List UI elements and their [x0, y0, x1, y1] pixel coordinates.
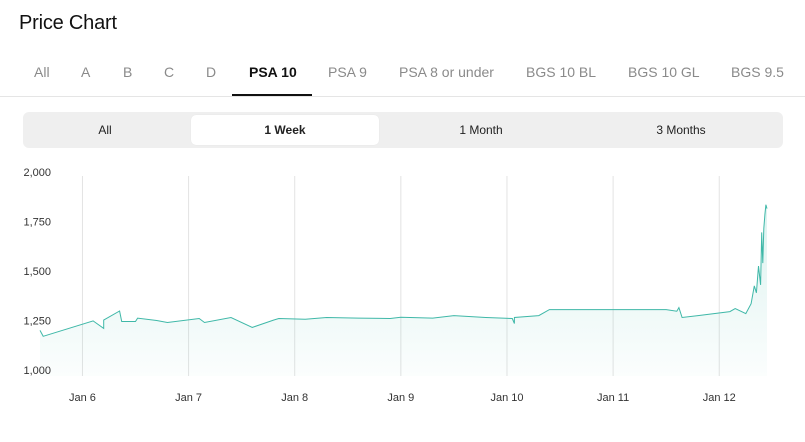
y-tick-label: 1,500 [23, 266, 51, 278]
y-tick-label: 1,250 [23, 316, 51, 328]
price-area-fill [40, 204, 767, 376]
x-tick-label: Jan 6 [69, 392, 96, 404]
x-tick-label: Jan 9 [387, 392, 414, 404]
x-tick-label: Jan 12 [703, 392, 736, 404]
y-tick-label: 1,000 [23, 365, 51, 377]
x-tick-label: Jan 11 [597, 392, 629, 404]
x-tick-label: Jan 7 [175, 392, 202, 404]
y-tick-label: 1,750 [23, 217, 51, 229]
price-chart: 1,000 1,250 1,500 1,750 2,000 Jan 6 Jan 7 Jan … [23, 167, 768, 404]
x-tick-label: Jan 8 [281, 392, 308, 404]
y-tick-label: 2,000 [23, 167, 51, 179]
x-tick-label: Jan 10 [490, 392, 523, 404]
